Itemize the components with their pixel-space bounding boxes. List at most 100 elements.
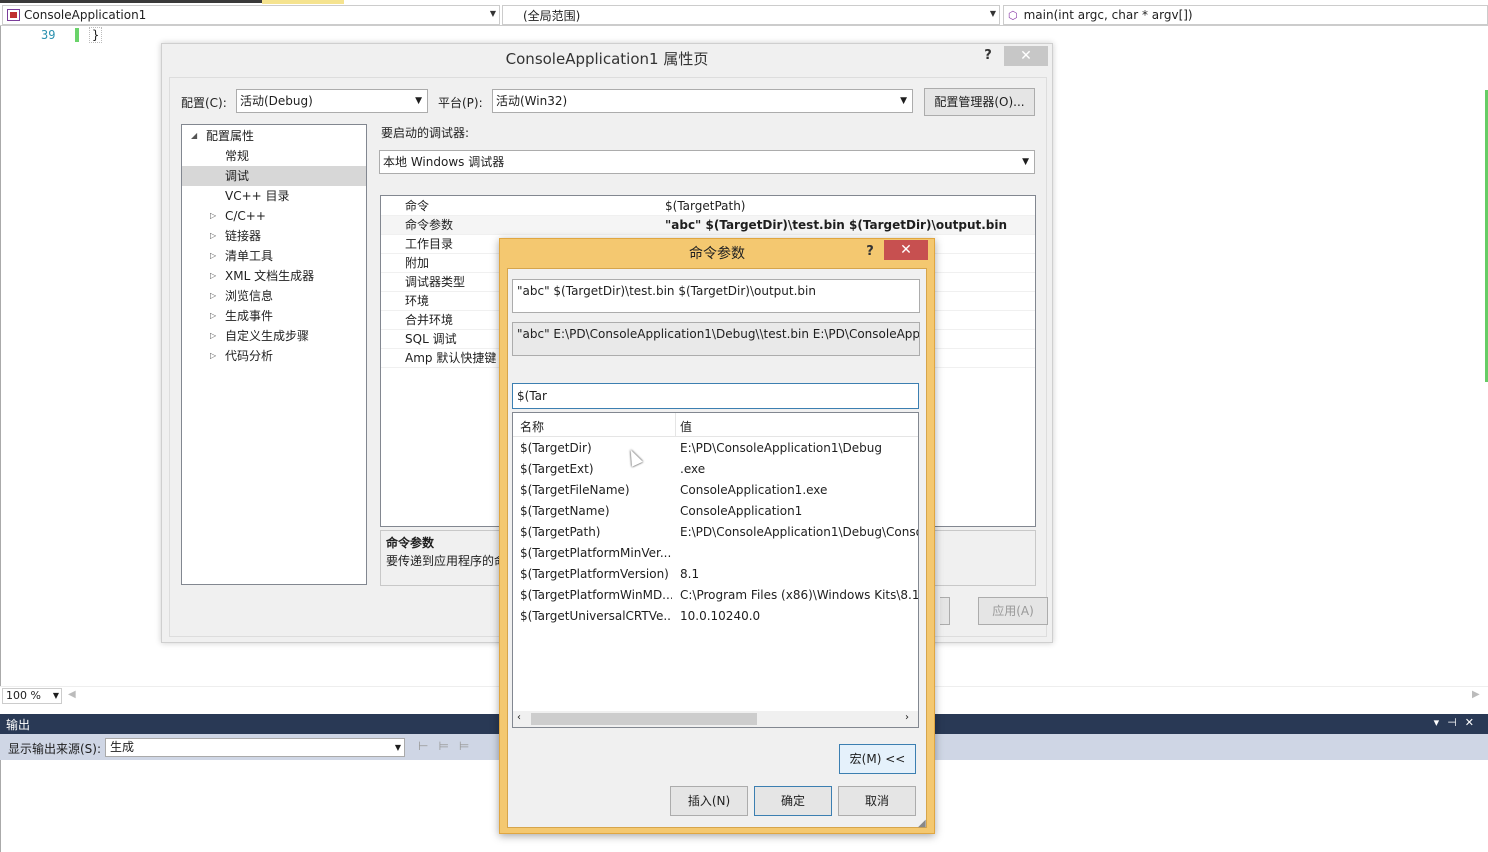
- grid-key: 调试器类型: [405, 275, 466, 289]
- macro-value: 10.0.10240.0: [680, 609, 761, 623]
- expand-icon[interactable]: ▷: [210, 226, 216, 246]
- cancel-button-partial[interactable]: [940, 597, 950, 625]
- column-separator[interactable]: [675, 413, 676, 437]
- output-source-label: 显示输出来源(S):: [8, 742, 102, 756]
- config-label: 配置(C):: [181, 96, 227, 110]
- list-item[interactable]: $(TargetExt) .exe: [513, 459, 918, 480]
- expand-icon[interactable]: ▷: [210, 246, 216, 266]
- tree-item-manifest-tool[interactable]: ▷ 清单工具: [182, 246, 366, 266]
- collapse-icon[interactable]: ◢: [191, 126, 197, 146]
- property-tree[interactable]: ◢ 配置属性 常规 调试 VC++ 目录 ▷ C/C++ ▷ 链接器 ▷ 清单工…: [181, 124, 367, 585]
- macro-name: $(TargetPlatformMinVer...: [520, 546, 672, 560]
- horizontal-scrollbar[interactable]: ‹ ›: [513, 711, 918, 727]
- tree-item-vc-directories[interactable]: VC++ 目录: [182, 186, 366, 206]
- scroll-right-icon[interactable]: ▶: [1472, 689, 1480, 700]
- macro-value: .exe: [680, 462, 706, 476]
- grid-row-command-args[interactable]: 命令参数 "abc" $(TargetDir)\test.bin $(Targe…: [381, 216, 1035, 235]
- chevron-down-icon: ▼: [989, 9, 996, 18]
- scroll-left-icon[interactable]: ◀: [68, 689, 76, 700]
- ok-button[interactable]: 确定: [754, 786, 832, 816]
- macro-name: $(TargetName): [520, 504, 610, 518]
- macro-value: C:\Program Files (x86)\Windows Kits\8.1\…: [680, 588, 918, 602]
- tree-item-debugging[interactable]: 调试: [182, 166, 366, 186]
- platform-value: 活动(Win32): [496, 94, 568, 108]
- expand-icon[interactable]: ▷: [210, 286, 216, 306]
- list-item[interactable]: $(TargetDir) E:\PD\ConsoleApplication1\D…: [513, 438, 918, 459]
- tree-item-label: XML 文档生成器: [225, 269, 315, 283]
- list-item[interactable]: $(TargetFileName) ConsoleApplication1.ex…: [513, 480, 918, 501]
- resize-grip-icon[interactable]: ◢: [918, 818, 926, 829]
- macro-filter-input[interactable]: $(Tar: [512, 383, 919, 409]
- expand-icon[interactable]: ▷: [210, 266, 216, 286]
- tree-item-xml-doc[interactable]: ▷ XML 文档生成器: [182, 266, 366, 286]
- column-header-value[interactable]: 值: [680, 418, 692, 435]
- close-button[interactable]: ✕: [884, 240, 928, 260]
- scope-combo[interactable]: (全局范围) ▼: [502, 5, 1000, 25]
- command-args-input[interactable]: "abc" $(TargetDir)\test.bin $(TargetDir)…: [512, 279, 920, 313]
- output-toolbar-icons[interactable]: ⊢⊨⊨: [418, 739, 479, 753]
- scroll-right-icon[interactable]: ›: [905, 712, 909, 723]
- grid-key: 命令: [405, 199, 430, 213]
- macro-value: E:\PD\ConsoleApplication1\Debug\ConsoleA…: [680, 525, 918, 539]
- expand-icon[interactable]: ▷: [210, 326, 216, 346]
- cancel-button[interactable]: 取消: [838, 786, 916, 816]
- zoom-combo[interactable]: 100 % ▼: [2, 688, 62, 704]
- help-button[interactable]: ?: [859, 242, 881, 262]
- output-source-combo[interactable]: 生成 ▼: [105, 738, 405, 757]
- tree-item-general[interactable]: 常规: [182, 146, 366, 166]
- project-combo[interactable]: ConsoleApplication1 ▼: [2, 5, 500, 25]
- list-item[interactable]: $(TargetPlatformVersion) 8.1: [513, 564, 918, 585]
- macro-name: $(TargetPlatformVersion): [520, 567, 669, 581]
- tree-item-label: 自定义生成步骤: [225, 329, 310, 343]
- tree-item-browse-info[interactable]: ▷ 浏览信息: [182, 286, 366, 306]
- macro-list[interactable]: 名称 值 $(TargetDir) E:\PD\ConsoleApplicati…: [512, 412, 919, 728]
- evaluated-value-field: "abc" E:\PD\ConsoleApplication1\Debug\\t…: [512, 322, 920, 356]
- debugger-combo[interactable]: 本地 Windows 调试器 ▼: [379, 150, 1035, 174]
- grid-key: 工作目录: [405, 237, 454, 251]
- scroll-left-icon[interactable]: ‹: [517, 712, 521, 723]
- macros-toggle-button[interactable]: 宏(M) <<: [839, 744, 916, 774]
- platform-combo[interactable]: 活动(Win32) ▼: [492, 89, 913, 113]
- tree-item-label: VC++ 目录: [225, 189, 290, 203]
- list-item[interactable]: $(TargetUniversalCRTVe... 10.0.10240.0: [513, 606, 918, 627]
- chevron-down-icon: ▼: [394, 743, 401, 752]
- project-icon: [7, 9, 20, 21]
- list-item[interactable]: $(TargetPlatformMinVer...: [513, 543, 918, 564]
- tree-item-config-properties[interactable]: ◢ 配置属性: [182, 126, 366, 146]
- chevron-down-icon: ▼: [415, 96, 422, 106]
- help-button[interactable]: ?: [977, 46, 999, 66]
- grid-row-command[interactable]: 命令 $(TargetPath): [381, 197, 1035, 216]
- tree-item-code-analysis[interactable]: ▷ 代码分析: [182, 346, 366, 366]
- chevron-down-icon: ▼: [900, 96, 907, 106]
- macro-name: $(TargetPlatformWinMD...: [520, 588, 672, 602]
- apply-button[interactable]: 应用(A): [978, 597, 1048, 625]
- expand-icon[interactable]: ▷: [210, 306, 216, 326]
- list-item[interactable]: $(TargetPath) E:\PD\ConsoleApplication1\…: [513, 522, 918, 543]
- tree-item-label: C/C++: [225, 209, 266, 223]
- insert-button[interactable]: 插入(N): [670, 786, 748, 816]
- code-line[interactable]: }: [89, 27, 103, 43]
- grid-value: "abc" $(TargetDir)\test.bin $(TargetDir)…: [665, 218, 1008, 232]
- tree-item-custom-build[interactable]: ▷ 自定义生成步骤: [182, 326, 366, 346]
- function-combo[interactable]: ⬡ main(int argc, char * argv[]): [1003, 5, 1488, 25]
- tree-item-build-events[interactable]: ▷ 生成事件: [182, 306, 366, 326]
- expand-icon[interactable]: ▷: [210, 346, 216, 366]
- scrollbar-thumb[interactable]: [531, 713, 757, 725]
- tree-item-linker[interactable]: ▷ 链接器: [182, 226, 366, 246]
- grid-key: SQL 调试: [405, 332, 457, 346]
- macro-name: $(TargetDir): [520, 441, 592, 455]
- macro-value: 8.1: [680, 567, 700, 581]
- tree-item-c-cpp[interactable]: ▷ C/C++: [182, 206, 366, 226]
- grid-value: $(TargetPath): [665, 199, 746, 213]
- list-item[interactable]: $(TargetPlatformWinMD... C:\Program File…: [513, 585, 918, 606]
- macro-name: $(TargetFileName): [520, 483, 630, 497]
- output-title: 输出: [6, 718, 31, 732]
- config-combo[interactable]: 活动(Debug) ▼: [236, 89, 428, 113]
- list-item[interactable]: $(TargetName) ConsoleApplication1: [513, 501, 918, 522]
- config-manager-button[interactable]: 配置管理器(O)...: [924, 88, 1035, 116]
- column-header-name[interactable]: 名称: [520, 418, 544, 435]
- panel-controls[interactable]: ▾⊣✕: [1434, 716, 1482, 729]
- close-button[interactable]: ✕: [1004, 46, 1048, 66]
- platform-label: 平台(P):: [438, 96, 483, 110]
- expand-icon[interactable]: ▷: [210, 206, 216, 226]
